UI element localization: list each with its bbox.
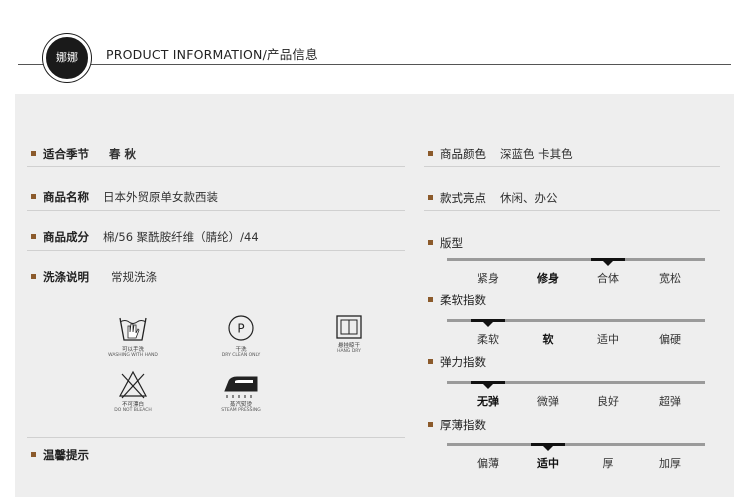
composition-value: 棉/56 聚酰胺纤维（腈纶）/44	[103, 230, 259, 244]
scale-marker	[471, 381, 505, 389]
care-label-en: WASHING WITH HAND	[108, 353, 158, 358]
style-row: 款式亮点 休闲、办公	[428, 190, 558, 206]
page-title: PRODUCT INFORMATION/产品信息	[106, 47, 318, 62]
name-label: 商品名称	[43, 190, 89, 204]
thickness-scale-title: 厚薄指数	[428, 417, 486, 433]
scale-option: 适中	[597, 333, 619, 346]
no-bleach-icon: 不可漂白 DO NOT BLEACH	[98, 369, 168, 413]
tips-label: 温馨提示	[43, 448, 89, 462]
fit-scale-title: 版型	[428, 235, 463, 251]
steam-press-icon: 蒸汽熨烫 STEAM PRESSING	[206, 371, 276, 413]
thickness-scale-bar	[447, 443, 705, 446]
season-row: 适合季节 春 秋	[31, 146, 136, 162]
bullet-icon	[428, 240, 433, 245]
scale-option: 合体	[597, 272, 619, 285]
tips-row: 温馨提示	[31, 447, 89, 463]
bullet-icon	[428, 422, 433, 427]
scale-option: 紧身	[477, 272, 499, 285]
color-values: 深蓝色 卡其色	[500, 147, 573, 161]
name-row: 商品名称 日本外贸原单女款西装	[31, 189, 218, 205]
color-label: 商品颜色	[440, 147, 486, 161]
care-label-cn: 干洗	[235, 347, 247, 353]
scale-option: 修身	[537, 272, 559, 285]
scale-option: 宽松	[659, 272, 681, 285]
bullet-icon	[428, 359, 433, 364]
composition-label: 商品成分	[43, 230, 89, 244]
wash-value: 常规洗涤	[111, 270, 157, 284]
header-divider	[18, 64, 731, 65]
scale-label: 柔软指数	[440, 293, 486, 307]
dry-clean-icon: P 干洗 DRY CLEAN ONLY	[206, 314, 276, 358]
season-label: 适合季节	[43, 147, 89, 161]
care-label-en: STEAM PRESSING	[221, 408, 261, 413]
name-value: 日本外贸原单女款西装	[103, 190, 218, 204]
bullet-icon	[31, 234, 36, 239]
style-value: 休闲、办公	[500, 191, 558, 205]
scale-option: 偏硬	[659, 333, 681, 346]
care-label-cn: 蒸汽熨烫	[229, 402, 252, 408]
care-label-cn: 悬挂晾干	[337, 343, 360, 349]
elasticity-scale-title: 弹力指数	[428, 354, 486, 370]
softness-scale-title: 柔软指数	[428, 292, 486, 308]
bullet-icon	[31, 452, 36, 457]
bullet-icon	[31, 151, 36, 156]
scale-option: 超弹	[659, 395, 681, 408]
scale-label: 版型	[440, 236, 463, 250]
scale-marker	[591, 258, 625, 266]
care-label-en: HANG DRY	[337, 349, 361, 354]
scale-option: 微弹	[537, 395, 559, 408]
scale-option: 无弹	[477, 395, 499, 408]
divider	[424, 166, 720, 167]
hand-wash-icon: 可以手洗 WASHING WITH HAND	[98, 314, 168, 358]
svg-text:P: P	[237, 322, 244, 336]
scale-option: 软	[542, 333, 554, 346]
care-label-cn: 不可漂白	[121, 402, 144, 408]
bullet-icon	[31, 274, 36, 279]
scale-option: 良好	[597, 395, 619, 408]
scale-marker	[531, 443, 565, 451]
bullet-icon	[31, 194, 36, 199]
bullet-icon	[428, 151, 433, 156]
care-label-en: DRY CLEAN ONLY	[221, 353, 261, 358]
divider	[27, 210, 405, 211]
divider	[27, 166, 405, 167]
scale-option: 偏薄	[477, 457, 499, 470]
style-label: 款式亮点	[440, 191, 486, 205]
season-value: 春 秋	[109, 147, 137, 161]
composition-row: 商品成分 棉/56 聚酰胺纤维（腈纶）/44	[31, 229, 259, 245]
scale-option: 加厚	[659, 457, 681, 470]
divider	[27, 437, 405, 438]
scale-label: 厚薄指数	[440, 418, 486, 432]
color-row: 商品颜色 深蓝色 卡其色	[428, 146, 573, 162]
wash-label: 洗涤说明	[43, 270, 89, 284]
divider	[424, 210, 720, 211]
brand-logo-text: 娜娜	[56, 51, 78, 64]
scale-option: 适中	[537, 457, 559, 470]
brand-logo: 娜娜	[43, 34, 91, 82]
care-label-cn: 可以手洗	[121, 347, 144, 353]
hang-dry-icon: 悬挂晾干 HANG DRY	[314, 314, 384, 354]
divider	[27, 250, 405, 251]
bullet-icon	[428, 297, 433, 302]
care-label-en: DO NOT BLEACH	[114, 408, 152, 413]
bullet-icon	[428, 195, 433, 200]
scale-option: 柔软	[477, 333, 499, 346]
fit-scale-bar	[447, 258, 705, 261]
scale-marker	[471, 319, 505, 327]
wash-row: 洗涤说明 常规洗涤	[31, 269, 157, 285]
scale-label: 弹力指数	[440, 355, 486, 369]
scale-option: 厚	[602, 457, 614, 470]
